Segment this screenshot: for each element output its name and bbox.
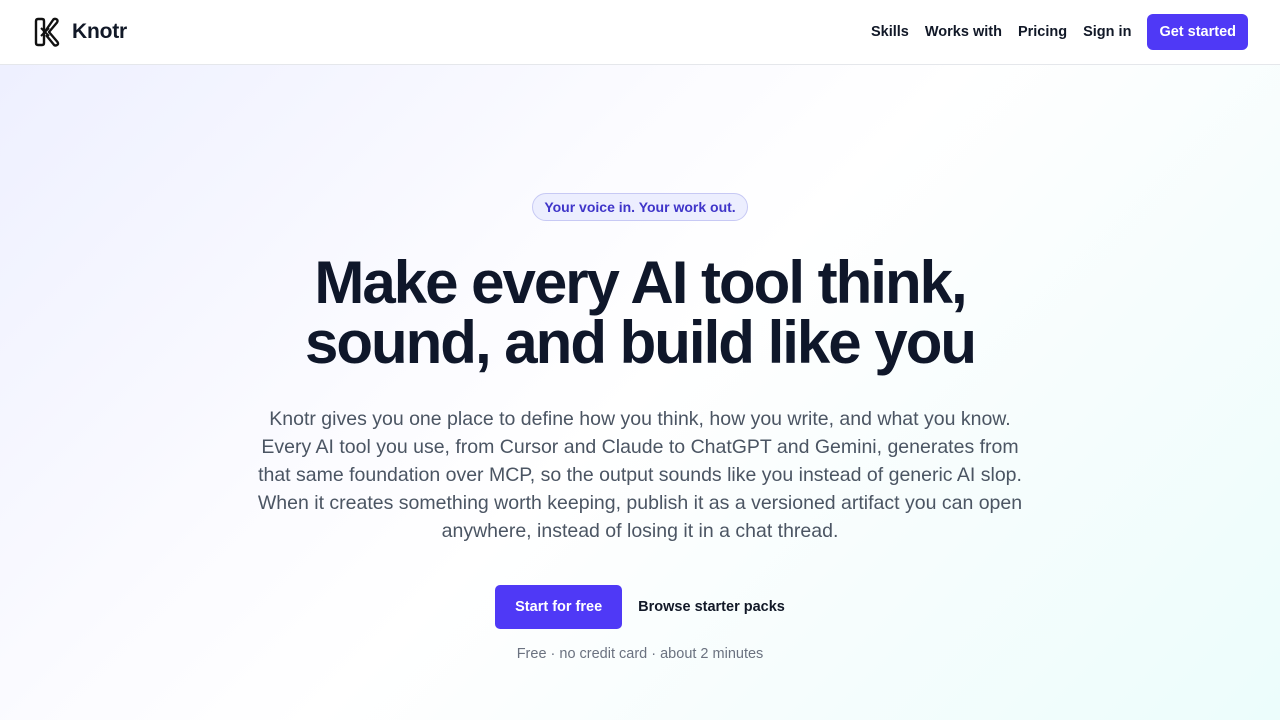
get-started-button[interactable]: Get started (1147, 14, 1248, 50)
nav-link-pricing[interactable]: Pricing (1018, 24, 1067, 40)
nav-link-skills[interactable]: Skills (871, 24, 909, 40)
knot-k-logo-icon (34, 17, 60, 47)
hero-headline-line-1: Make every AI tool think, (314, 249, 967, 316)
nav-link-sign-in[interactable]: Sign in (1083, 24, 1131, 40)
hero-description: Knotr gives you one place to define how … (257, 408, 1023, 542)
tagline-badge: Your voice in. Your work out. (532, 193, 748, 221)
primary-nav: Skills Works with Pricing Sign in Get st… (871, 14, 1248, 50)
hero-headline-line-2: sound, and build like you (304, 309, 977, 376)
hero-actions: Start for free Browse starter packs (0, 585, 1280, 629)
brand-name: Knotr (72, 20, 127, 43)
nav-link-works-with[interactable]: Works with (925, 24, 1002, 40)
brand-home-link[interactable]: Knotr (34, 16, 127, 48)
hero-headline: Make every AI tool think, sound, and bui… (200, 253, 1080, 373)
start-for-free-button[interactable]: Start for free (495, 585, 623, 629)
browse-starter-packs-link[interactable]: Browse starter packs (638, 599, 785, 615)
hero-section: Your voice in. Your work out. Make every… (0, 65, 1280, 720)
top-navbar: Knotr Skills Works with Pricing Sign in … (0, 0, 1280, 65)
signup-fineprint: Free · no credit card · about 2 minutes (516, 646, 764, 662)
